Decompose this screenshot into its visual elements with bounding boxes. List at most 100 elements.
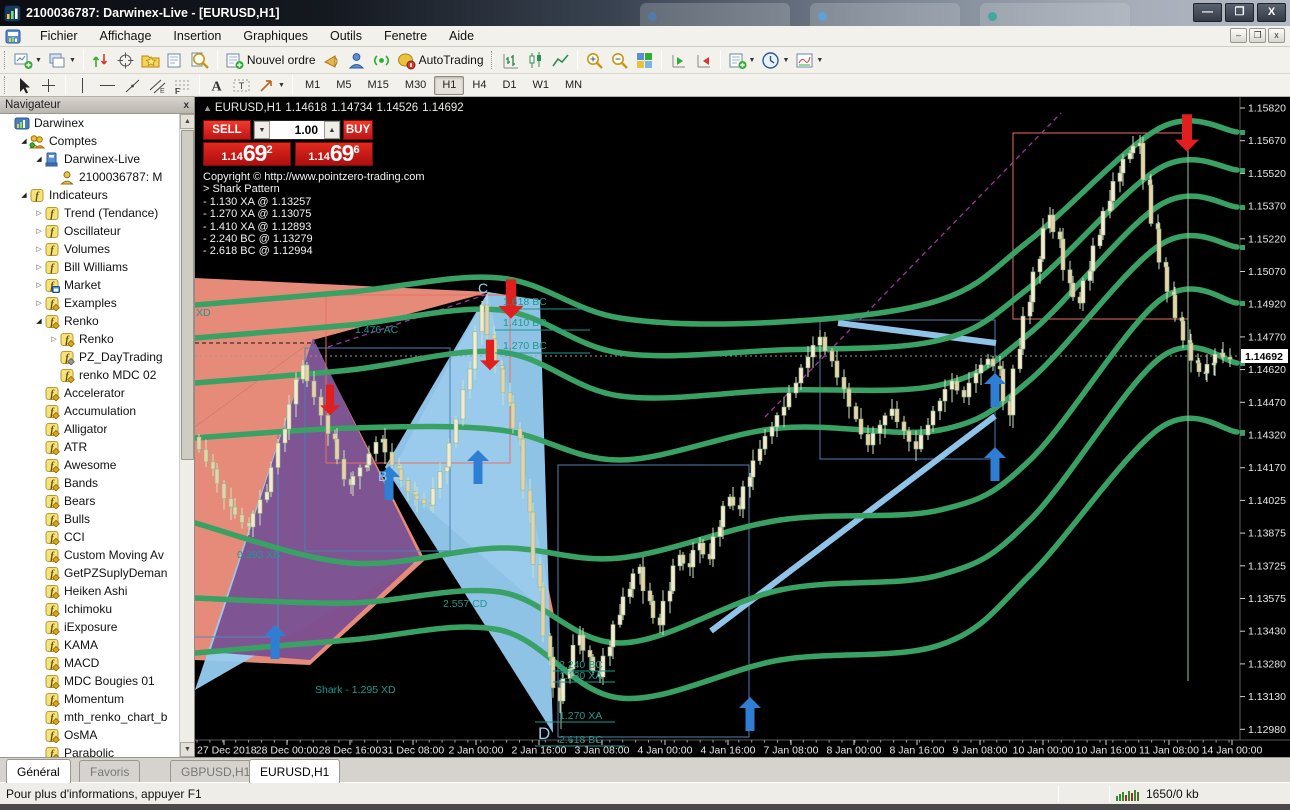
tree-item-awesome[interactable]: fAwesome xyxy=(0,456,194,474)
tree-item-heiken-ashi[interactable]: fHeiken Ashi xyxy=(0,582,194,600)
tree-item-kama[interactable]: fKAMA xyxy=(0,636,194,654)
scrollbar-thumb[interactable] xyxy=(181,130,194,460)
tree-item-macd[interactable]: fMACD xyxy=(0,654,194,672)
favorites-folder-button[interactable] xyxy=(138,49,163,71)
menu-outils[interactable]: Outils xyxy=(319,27,373,45)
navigator-close-icon[interactable]: x xyxy=(183,100,189,111)
pattern-box[interactable] xyxy=(1013,133,1188,319)
menu-aide[interactable]: Aide xyxy=(438,27,485,45)
mdi-restore-button[interactable]: ❐ xyxy=(1249,28,1266,43)
periods-button[interactable]: ▼ xyxy=(758,49,792,71)
scroll-down-icon[interactable]: ▼ xyxy=(180,742,194,757)
step-forward-button[interactable] xyxy=(666,49,691,71)
tree-item-momentum[interactable]: fMomentum xyxy=(0,690,194,708)
data-window-button[interactable] xyxy=(163,49,188,71)
tree-item-mdc-bougies-01[interactable]: fMDC Bougies 01 xyxy=(0,672,194,690)
tree-item-iexposure[interactable]: fiExposure xyxy=(0,618,194,636)
tree-item-accumulation[interactable]: fAccumulation xyxy=(0,402,194,420)
timeframe-d1-button[interactable]: D1 xyxy=(494,76,524,95)
tree-item-parabolic[interactable]: fParabolic xyxy=(0,744,194,757)
buy-arrow-icon[interactable] xyxy=(739,697,761,731)
menu-affichage[interactable]: Affichage xyxy=(89,27,163,45)
mdi-close-button[interactable]: x xyxy=(1268,28,1285,43)
tree-item-2100036787-m[interactable]: 2100036787: M xyxy=(0,168,194,186)
expanded-icon[interactable]: ◢ xyxy=(19,191,29,199)
line-chart-button[interactable] xyxy=(548,49,573,71)
tree-item-bulls[interactable]: fBulls xyxy=(0,510,194,528)
tree-item-ichimoku[interactable]: fIchimoku xyxy=(0,600,194,618)
tree-item-getpzsuplydeman[interactable]: fGetPZSuplyDeman xyxy=(0,564,194,582)
tree-item-alligator[interactable]: fAlligator xyxy=(0,420,194,438)
channel-button[interactable]: E xyxy=(145,74,170,96)
buy-price[interactable]: 1.14696 xyxy=(295,142,373,166)
menu-graphiques[interactable]: Graphiques xyxy=(232,27,319,45)
collapsed-icon[interactable]: ▷ xyxy=(49,335,59,343)
timeframe-m1-button[interactable]: M1 xyxy=(297,76,328,95)
scroll-up-icon[interactable]: ▲ xyxy=(180,114,194,129)
tree-item-accelerator[interactable]: fAccelerator xyxy=(0,384,194,402)
sell-button[interactable]: SELL xyxy=(203,120,251,140)
tree-item-pz-daytrading[interactable]: fPZ_DayTrading xyxy=(0,348,194,366)
chart-tab-eurusd-h1[interactable]: EURUSD,H1 xyxy=(249,759,340,783)
tree-item-oscillateur[interactable]: ▷fOscillateur xyxy=(0,222,194,240)
tree-item-bands[interactable]: fBands xyxy=(0,474,194,492)
signal-button[interactable] xyxy=(369,49,394,71)
volume-value[interactable]: 1.00 xyxy=(270,121,324,139)
timeframe-w1-button[interactable]: W1 xyxy=(525,76,558,95)
search-button[interactable] xyxy=(188,49,213,71)
tree-item-osma[interactable]: fOsMA xyxy=(0,726,194,744)
collapsed-icon[interactable]: ▷ xyxy=(34,263,44,271)
vertical-line-button[interactable] xyxy=(70,74,95,96)
expanded-icon[interactable]: ◢ xyxy=(34,155,44,163)
minimize-button[interactable]: — xyxy=(1193,3,1222,22)
tree-item-examples[interactable]: ▷fExamples xyxy=(0,294,194,312)
trend-line-button[interactable] xyxy=(120,74,145,96)
collapsed-icon[interactable]: ▷ xyxy=(34,245,44,253)
toolbar-grip[interactable] xyxy=(4,76,7,94)
toolbar-grip[interactable] xyxy=(491,51,494,69)
tree-item-renko[interactable]: ▷fRenko xyxy=(0,330,194,348)
navigator-tab-favoris[interactable]: Favoris xyxy=(79,760,140,782)
tree-item-comptes[interactable]: ◢Comptes xyxy=(0,132,194,150)
crosshair-target-button[interactable] xyxy=(113,49,138,71)
profiles-button[interactable]: ▼ xyxy=(45,49,79,71)
tree-item-trend-tendance-[interactable]: ▷fTrend (Tendance) xyxy=(0,204,194,222)
collapsed-icon[interactable]: ▷ xyxy=(34,281,44,289)
timeframe-h4-button[interactable]: H4 xyxy=(464,76,494,95)
tile-windows-button[interactable] xyxy=(632,49,657,71)
timeframe-mn-button[interactable]: MN xyxy=(557,76,590,95)
candle-chart-button[interactable] xyxy=(523,49,548,71)
mdi-minimize-button[interactable]: – xyxy=(1230,28,1247,43)
autotrading-button[interactable]: AutoTrading xyxy=(394,49,487,71)
tree-item-bears[interactable]: fBears xyxy=(0,492,194,510)
volume-decrease-icon[interactable]: ▼ xyxy=(254,121,270,139)
zoom-out-button[interactable] xyxy=(607,49,632,71)
horizontal-line-button[interactable] xyxy=(95,74,120,96)
collapsed-icon[interactable]: ▷ xyxy=(34,299,44,307)
menu-fichier[interactable]: Fichier xyxy=(29,27,89,45)
timeframe-h1-button[interactable]: H1 xyxy=(434,76,464,95)
tree-item-darwinex[interactable]: Darwinex xyxy=(0,114,194,132)
navigator-scrollbar[interactable]: ▲ ▼ xyxy=(179,114,194,757)
tree-item-renko-mdc-02[interactable]: frenko MDC 02 xyxy=(0,366,194,384)
new-chart-button[interactable]: ▼ xyxy=(11,49,45,71)
collapse-triangle-icon[interactable]: ▲ xyxy=(203,103,212,113)
buy-arrow-icon[interactable] xyxy=(984,447,1006,481)
menu-insertion[interactable]: Insertion xyxy=(162,27,232,45)
tree-item-market[interactable]: ▷fMarket xyxy=(0,276,194,294)
sell-price[interactable]: 1.14692 xyxy=(203,142,291,166)
toolbar-grip[interactable] xyxy=(4,51,7,69)
symbols-button[interactable] xyxy=(88,49,113,71)
tree-item-custom-moving-av[interactable]: fCustom Moving Av xyxy=(0,546,194,564)
tree-item-mth-renko-chart-b[interactable]: fmth_renko_chart_b xyxy=(0,708,194,726)
chart-tab-gbpusd-h1[interactable]: GBPUSD,H1 xyxy=(170,760,261,782)
collapsed-icon[interactable]: ▷ xyxy=(34,227,44,235)
fibonacci-button[interactable]: F xyxy=(170,74,195,96)
expanded-icon[interactable]: ◢ xyxy=(19,137,29,145)
bar-chart-button[interactable] xyxy=(498,49,523,71)
tree-item-atr[interactable]: fATR xyxy=(0,438,194,456)
menu-fenetre[interactable]: Fenetre xyxy=(373,27,438,45)
templates-button[interactable]: ▼ xyxy=(792,49,826,71)
zoom-in-button[interactable] xyxy=(582,49,607,71)
text-label-button[interactable]: T xyxy=(229,74,254,96)
